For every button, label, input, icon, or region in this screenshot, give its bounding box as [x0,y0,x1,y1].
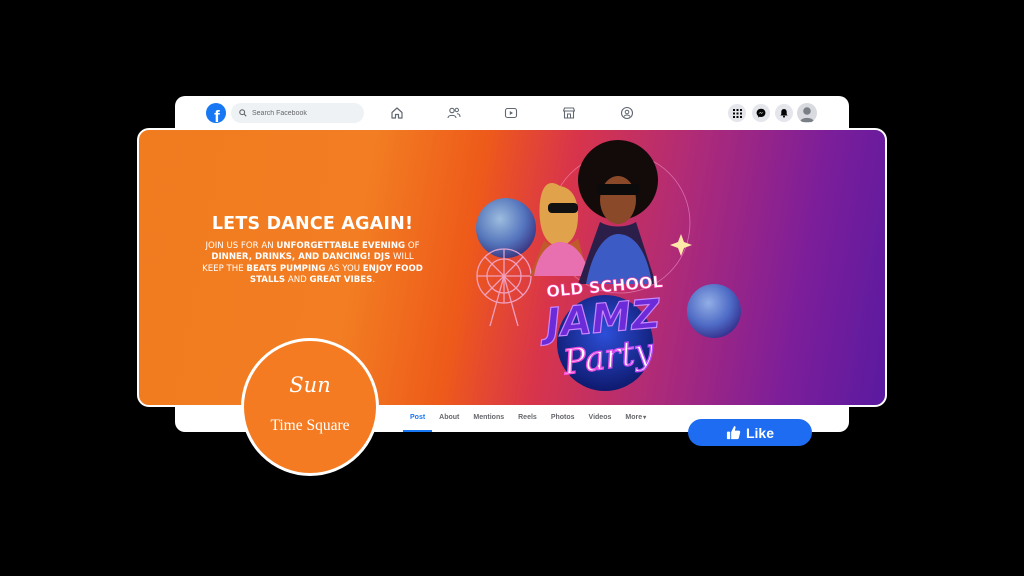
watch-icon[interactable] [504,106,518,120]
tab-post[interactable]: Post [403,408,433,432]
search-bar[interactable] [231,103,364,123]
account-avatar[interactable] [797,103,817,123]
tab-more-label: More [625,414,643,421]
tab-mentions[interactable]: Mentions [466,408,511,432]
cover-description-segment: BEATS PUMPING [246,263,326,274]
tab-reels[interactable]: Reels [511,408,544,432]
notifications-bell-icon[interactable] [775,104,793,122]
cover-description-segment: GREAT VIBES [309,274,373,285]
cover-description-segment: UNFORGETTABLE EVENING [276,241,406,251]
page-profile-picture[interactable]: Sun Time Square [241,338,379,476]
tab-more[interactable]: More▾ [618,408,653,432]
menu-grid-icon[interactable] [728,104,746,122]
search-input[interactable] [252,109,362,117]
tab-videos[interactable]: Videos [582,408,619,432]
like-button-label: Like [745,424,774,441]
old-school-jamz-party-artwork: OLD SCHOOL JAMZ Party [476,140,741,391]
profile-logo-name: Time Square [270,417,350,434]
cover-description-segment: JOIN US FOR AN [205,241,277,251]
home-icon[interactable] [390,106,404,120]
top-navigation-bar: f [175,96,849,130]
cover-title: LETS DANCE AGAIN! [211,214,414,234]
messenger-icon[interactable] [752,104,770,122]
cover-description: JOIN US FOR AN UNFORGETTABLE EVENING OF … [200,241,425,286]
cover-description-segment: DINNER, DRINKS, AND DANCING! DJS [211,252,391,263]
profile-logo-script: Sun [289,373,331,397]
cover-description-segment: OF [405,241,420,251]
cover-description-segment: AND [285,274,310,285]
cover-description-segment: AS YOU [325,263,363,274]
like-button[interactable]: Like [688,419,812,446]
chevron-down-icon: ▾ [643,415,647,421]
tab-photos[interactable]: Photos [544,408,582,432]
thumbs-up-icon [726,425,741,440]
marketplace-icon[interactable] [562,106,576,120]
cover-description-segment: . [372,274,376,285]
cover-text-block: LETS DANCE AGAIN! JOIN US FOR AN UNFORGE… [200,214,425,286]
facebook-logo-icon[interactable]: f [206,103,226,123]
friends-icon[interactable] [447,106,461,120]
tab-about[interactable]: About [432,408,466,432]
groups-icon[interactable] [620,106,634,120]
profile-tabs: Post About Mentions Reels Photos Videos … [403,408,653,432]
search-icon [239,109,247,117]
